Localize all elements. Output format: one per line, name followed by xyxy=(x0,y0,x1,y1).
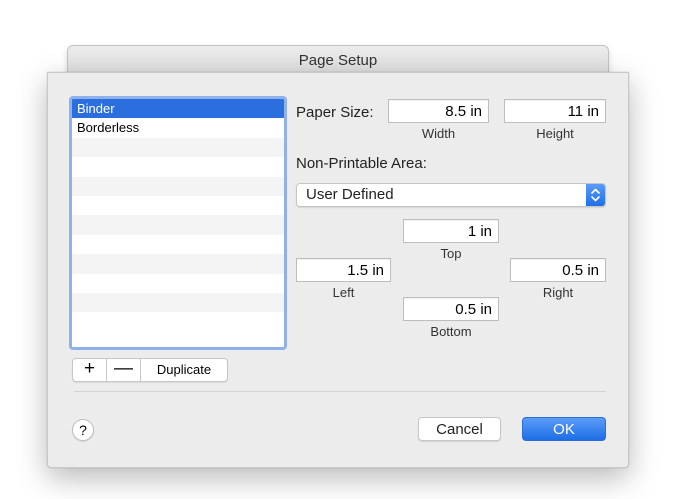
left-caption: Left xyxy=(332,285,355,300)
list-row-empty xyxy=(72,312,284,331)
list-row-empty xyxy=(72,157,284,176)
list-row-empty xyxy=(72,196,284,215)
list-item-borderless[interactable]: Borderless xyxy=(72,118,284,137)
list-row-empty xyxy=(72,137,284,158)
list-buttons: + — Duplicate xyxy=(72,358,228,382)
list-item-binder[interactable]: Binder xyxy=(72,99,284,119)
window-title: Page Setup xyxy=(298,52,378,69)
remove-button[interactable]: — xyxy=(107,359,141,381)
ok-button[interactable]: OK xyxy=(522,417,606,441)
top-margin-field[interactable]: 1 in xyxy=(403,219,499,243)
help-button[interactable]: ? xyxy=(72,419,94,441)
paper-list[interactable]: Binder Borderless xyxy=(69,96,287,350)
page-setup-sheet: Binder Borderless + — Duplicate Paper Si… xyxy=(47,72,629,468)
non-printable-preset-popup[interactable]: User Defined xyxy=(296,183,606,207)
list-row-empty xyxy=(72,292,284,313)
right-caption: Right xyxy=(542,285,574,300)
paper-height-field[interactable]: 11 in xyxy=(504,99,606,123)
divider xyxy=(74,391,606,392)
right-margin-field[interactable]: 0.5 in xyxy=(510,258,606,282)
list-row-empty xyxy=(72,176,284,196)
bottom-caption: Bottom xyxy=(430,324,472,339)
list-row-empty xyxy=(72,274,284,293)
list-row-empty xyxy=(72,254,284,274)
preset-value: User Defined xyxy=(306,186,394,203)
chevron-up-down-icon xyxy=(586,184,605,206)
add-button[interactable]: + xyxy=(73,359,107,381)
cancel-button[interactable]: Cancel xyxy=(418,417,501,441)
left-margin-field[interactable]: 1.5 in xyxy=(296,258,391,282)
top-caption: Top xyxy=(440,246,462,261)
paper-size-label: Paper Size: xyxy=(296,104,374,121)
paper-width-field[interactable]: 8.5 in xyxy=(388,99,489,123)
duplicate-button[interactable]: Duplicate xyxy=(141,359,227,381)
height-caption: Height xyxy=(536,126,574,141)
bottom-margin-field[interactable]: 0.5 in xyxy=(403,297,499,321)
non-printable-area-label: Non-Printable Area: xyxy=(296,155,427,172)
width-caption: Width xyxy=(421,126,456,141)
list-row-empty xyxy=(72,215,284,235)
list-row-empty xyxy=(72,235,284,254)
